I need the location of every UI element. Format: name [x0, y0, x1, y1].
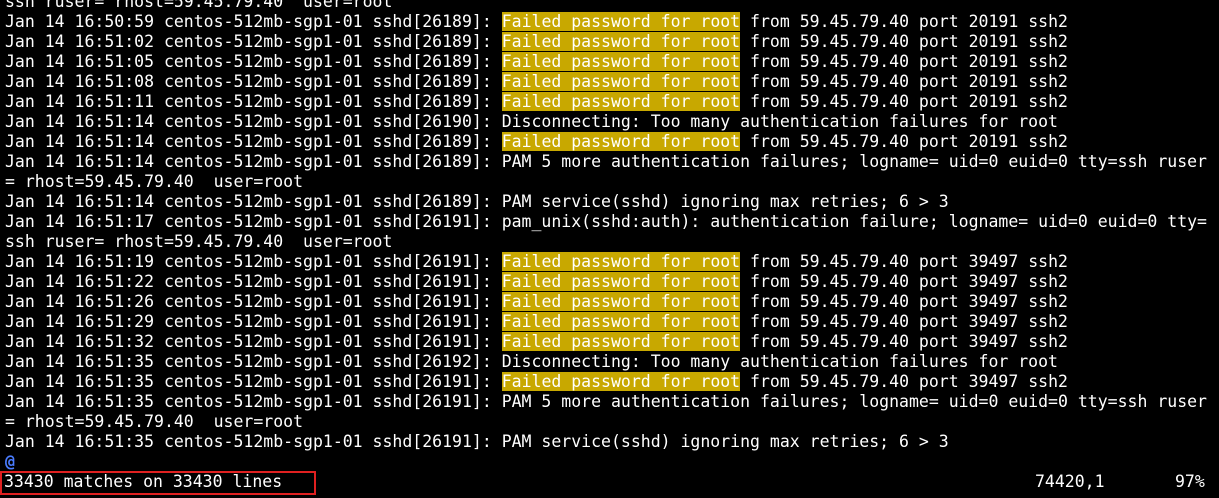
search-highlight: Failed password for root — [501, 92, 741, 111]
log-text: = rhost=59.45.79.40 user=root — [5, 412, 304, 431]
log-text: from 59.45.79.40 port 39497 ssh2 — [740, 372, 1068, 391]
log-text: from 59.45.79.40 port 20191 ssh2 — [740, 12, 1068, 31]
log-line: Jan 14 16:51:14 centos-512mb-sgp1-01 ssh… — [5, 132, 1219, 152]
log-line: Jan 14 16:51:11 centos-512mb-sgp1-01 ssh… — [5, 92, 1219, 112]
log-text: from 59.45.79.40 port 20191 ssh2 — [740, 72, 1068, 91]
log-line: Jan 14 16:51:14 centos-512mb-sgp1-01 ssh… — [5, 112, 1219, 132]
log-text: Jan 14 16:51:14 centos-512mb-sgp1-01 ssh… — [5, 192, 949, 211]
log-line: ssh ruser= rhost=59.45.79.40 user=root — [5, 0, 1219, 12]
log-text: Jan 14 16:51:05 centos-512mb-sgp1-01 ssh… — [5, 52, 502, 71]
log-text: Jan 14 16:51:35 centos-512mb-sgp1-01 ssh… — [5, 432, 949, 451]
search-highlight: Failed password for root — [501, 32, 741, 51]
log-text: Jan 14 16:51:35 centos-512mb-sgp1-01 ssh… — [5, 392, 1207, 411]
log-line: Jan 14 16:51:02 centos-512mb-sgp1-01 ssh… — [5, 32, 1219, 52]
log-line: Jan 14 16:51:26 centos-512mb-sgp1-01 ssh… — [5, 292, 1219, 312]
log-text: from 59.45.79.40 port 20191 ssh2 — [740, 132, 1068, 151]
log-line: ssh ruser= rhost=59.45.79.40 user=root — [5, 232, 1219, 252]
log-text: Jan 14 16:50:59 centos-512mb-sgp1-01 ssh… — [5, 12, 502, 31]
log-line: Jan 14 16:51:17 centos-512mb-sgp1-01 ssh… — [5, 212, 1219, 232]
log-text: ssh ruser= rhost=59.45.79.40 user=root — [5, 0, 393, 11]
log-text: from 59.45.79.40 port 20191 ssh2 — [740, 32, 1068, 51]
log-line: = rhost=59.45.79.40 user=root — [5, 412, 1219, 432]
log-text: Jan 14 16:51:14 centos-512mb-sgp1-01 ssh… — [5, 132, 502, 151]
log-buffer[interactable]: ssh ruser= rhost=59.45.79.40 user=root Ja… — [5, 0, 1219, 472]
search-highlight: Failed password for root — [501, 132, 741, 151]
log-text: Jan 14 16:51:26 centos-512mb-sgp1-01 ssh… — [5, 292, 502, 311]
log-text: Jan 14 16:51:17 centos-512mb-sgp1-01 ssh… — [5, 212, 1207, 231]
log-line: Jan 14 16:51:35 centos-512mb-sgp1-01 ssh… — [5, 372, 1219, 392]
search-highlight: Failed password for root — [501, 312, 741, 331]
end-of-buffer-marker: @ — [5, 452, 15, 471]
search-highlight: Failed password for root — [501, 272, 741, 291]
search-highlight: Failed password for root — [501, 372, 741, 391]
log-line: = rhost=59.45.79.40 user=root — [5, 172, 1219, 192]
log-line: Jan 14 16:51:35 centos-512mb-sgp1-01 ssh… — [5, 432, 1219, 452]
log-line: Jan 14 16:51:08 centos-512mb-sgp1-01 ssh… — [5, 72, 1219, 92]
search-highlight: Failed password for root — [501, 12, 741, 31]
log-text: from 59.45.79.40 port 39497 ssh2 — [740, 252, 1068, 271]
search-highlight: Failed password for root — [501, 52, 741, 71]
cursor-position: 74420,1 — [1035, 472, 1105, 491]
log-text: from 59.45.79.40 port 39497 ssh2 — [740, 292, 1068, 311]
log-text: Jan 14 16:51:22 centos-512mb-sgp1-01 ssh… — [5, 272, 502, 291]
log-text: ssh ruser= rhost=59.45.79.40 user=root — [5, 232, 393, 251]
log-text: Jan 14 16:51:14 centos-512mb-sgp1-01 ssh… — [5, 112, 1058, 131]
log-text: = rhost=59.45.79.40 user=root — [5, 172, 304, 191]
log-text: from 59.45.79.40 port 39497 ssh2 — [740, 312, 1068, 331]
log-text: Jan 14 16:51:19 centos-512mb-sgp1-01 ssh… — [5, 252, 502, 271]
log-line: Jan 14 16:50:59 centos-512mb-sgp1-01 ssh… — [5, 12, 1219, 32]
log-text: Jan 14 16:51:14 centos-512mb-sgp1-01 ssh… — [5, 152, 1207, 171]
status-bar: 33430 matches on 33430 lines 74420,1 97% — [0, 471, 1219, 495]
log-line: Jan 14 16:51:35 centos-512mb-sgp1-01 ssh… — [5, 352, 1219, 372]
log-text: Jan 14 16:51:35 centos-512mb-sgp1-01 ssh… — [5, 352, 1058, 371]
log-line: Jan 14 16:51:14 centos-512mb-sgp1-01 ssh… — [5, 152, 1219, 172]
log-text: from 59.45.79.40 port 20191 ssh2 — [740, 92, 1068, 111]
log-line: Jan 14 16:51:05 centos-512mb-sgp1-01 ssh… — [5, 52, 1219, 72]
log-line: Jan 14 16:51:32 centos-512mb-sgp1-01 ssh… — [5, 332, 1219, 352]
log-text: Jan 14 16:51:02 centos-512mb-sgp1-01 ssh… — [5, 32, 502, 51]
log-line: Jan 14 16:51:29 centos-512mb-sgp1-01 ssh… — [5, 312, 1219, 332]
log-line: Jan 14 16:51:22 centos-512mb-sgp1-01 ssh… — [5, 272, 1219, 292]
log-text: Jan 14 16:51:11 centos-512mb-sgp1-01 ssh… — [5, 92, 502, 111]
log-line: Jan 14 16:51:19 centos-512mb-sgp1-01 ssh… — [5, 252, 1219, 272]
log-text: from 59.45.79.40 port 39497 ssh2 — [740, 332, 1068, 351]
log-text: Jan 14 16:51:32 centos-512mb-sgp1-01 ssh… — [5, 332, 502, 351]
search-highlight: Failed password for root — [501, 332, 741, 351]
log-line: Jan 14 16:51:35 centos-512mb-sgp1-01 ssh… — [5, 392, 1219, 412]
search-highlight: Failed password for root — [501, 252, 741, 271]
log-line: Jan 14 16:51:14 centos-512mb-sgp1-01 ssh… — [5, 192, 1219, 212]
search-highlight: Failed password for root — [501, 72, 741, 91]
log-text: Jan 14 16:51:29 centos-512mb-sgp1-01 ssh… — [5, 312, 502, 331]
scroll-percent: 97% — [1175, 472, 1205, 491]
search-highlight: Failed password for root — [501, 292, 741, 311]
search-match-count: 33430 matches on 33430 lines — [4, 472, 283, 491]
terminal-window[interactable]: ssh ruser= rhost=59.45.79.40 user=root Ja… — [0, 0, 1219, 498]
log-text: Jan 14 16:51:35 centos-512mb-sgp1-01 ssh… — [5, 372, 502, 391]
log-text: from 59.45.79.40 port 39497 ssh2 — [740, 272, 1068, 291]
log-text: Jan 14 16:51:08 centos-512mb-sgp1-01 ssh… — [5, 72, 502, 91]
log-text: from 59.45.79.40 port 20191 ssh2 — [740, 52, 1068, 71]
